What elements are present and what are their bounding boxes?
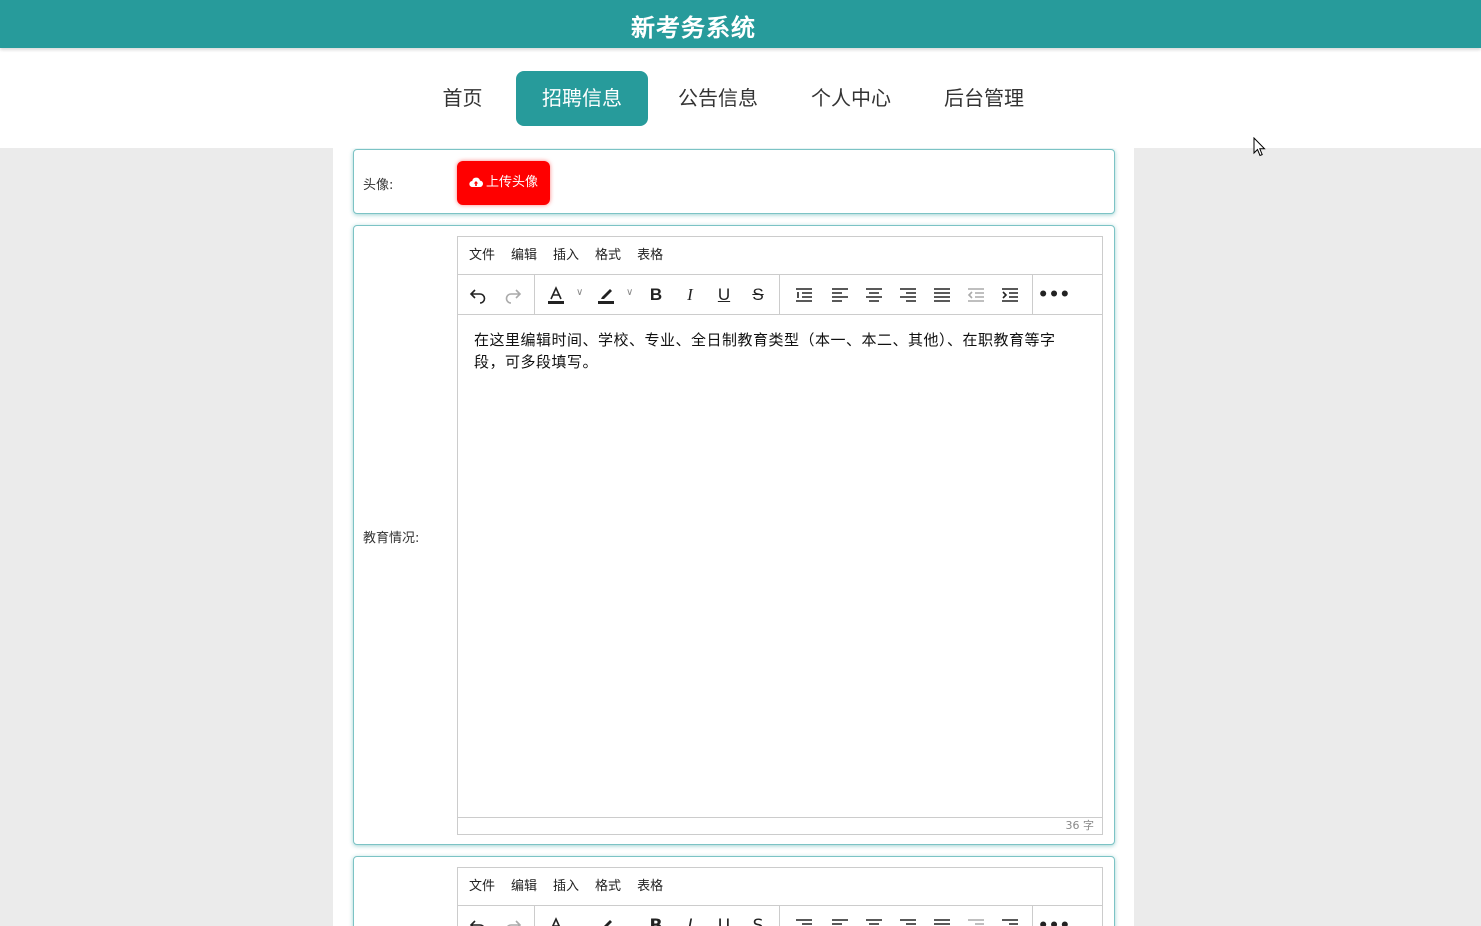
align-right-icon[interactable] [896, 914, 920, 926]
nav-bar: 首页 招聘信息 公告信息 个人中心 后台管理 [0, 48, 1481, 148]
editor-menubar-2: 文件 编辑 插入 格式 表格 [458, 868, 1102, 906]
form-panel: 头像: 上传头像 教育情况: 文件 编辑 插入 格式 表格 ∨ ∨ B I U S [333, 148, 1134, 926]
nav-item-recruitment[interactable]: 招聘信息 [516, 71, 648, 126]
next-field-card: 文件 编辑 插入 格式 表格 B I U S ••• [353, 856, 1115, 926]
italic-icon[interactable]: I [678, 914, 702, 926]
redo-icon[interactable] [501, 283, 525, 307]
line-height-icon[interactable] [792, 283, 816, 307]
align-left-icon[interactable] [828, 283, 852, 307]
outdent-icon[interactable] [964, 283, 988, 307]
mouse-cursor-icon [1253, 136, 1267, 162]
upload-avatar-button[interactable]: 上传头像 [457, 161, 550, 205]
align-justify-icon[interactable] [930, 914, 954, 926]
menu-insert[interactable]: 插入 [553, 237, 579, 275]
editor-toolbar-2: B I U S ••• [458, 906, 1102, 926]
menu-edit-2[interactable]: 编辑 [511, 868, 537, 906]
menu-table[interactable]: 表格 [637, 237, 663, 275]
menu-format[interactable]: 格式 [595, 237, 621, 275]
underline-icon[interactable]: U [712, 914, 736, 926]
align-right-icon[interactable] [896, 283, 920, 307]
italic-icon[interactable]: I [678, 283, 702, 307]
upload-avatar-label: 上传头像 [485, 175, 538, 190]
indent-icon[interactable] [998, 283, 1022, 307]
menu-edit[interactable]: 编辑 [511, 237, 537, 275]
nav-item-personal-center[interactable]: 个人中心 [801, 71, 901, 126]
cloud-upload-icon [469, 177, 483, 188]
avatar-label: 头像: [363, 178, 394, 193]
highlight-color-dropdown-icon[interactable]: ∨ [626, 287, 633, 298]
bold-icon[interactable]: B [644, 914, 668, 926]
nav-menu: 首页 招聘信息 公告信息 个人中心 后台管理 [0, 71, 1481, 126]
nav-item-announcements[interactable]: 公告信息 [668, 71, 768, 126]
nav-item-admin[interactable]: 后台管理 [934, 71, 1034, 126]
menu-format-2[interactable]: 格式 [595, 868, 621, 906]
education-field-card: 教育情况: 文件 编辑 插入 格式 表格 ∨ ∨ B I U S ••• 在这里… [353, 225, 1115, 845]
menu-table-2[interactable]: 表格 [637, 868, 663, 906]
text-color-icon[interactable] [544, 283, 568, 307]
app-title: 新考务系统 [631, 14, 756, 42]
outdent-icon[interactable] [964, 914, 988, 926]
indent-icon[interactable] [998, 914, 1022, 926]
align-center-icon[interactable] [862, 283, 886, 307]
text-color-dropdown-icon[interactable]: ∨ [576, 287, 583, 298]
education-rich-text-editor: 文件 编辑 插入 格式 表格 ∨ ∨ B I U S ••• 在这里编辑时间、学… [457, 236, 1103, 835]
text-color-icon[interactable] [544, 914, 568, 926]
underline-icon[interactable]: U [712, 283, 736, 307]
align-justify-icon[interactable] [930, 283, 954, 307]
strikethrough-icon[interactable]: S [746, 283, 770, 307]
undo-icon[interactable] [466, 283, 490, 307]
nav-item-home[interactable]: 首页 [430, 71, 495, 126]
undo-icon[interactable] [466, 914, 490, 926]
menu-insert-2[interactable]: 插入 [553, 868, 579, 906]
menu-file[interactable]: 文件 [469, 237, 495, 275]
next-rich-text-editor: 文件 编辑 插入 格式 表格 B I U S ••• [457, 867, 1103, 926]
more-options-icon[interactable]: ••• [1038, 283, 1071, 307]
highlight-color-icon[interactable] [594, 283, 618, 307]
word-count: 36 字 [458, 817, 1102, 834]
highlight-color-icon[interactable] [594, 914, 618, 926]
align-center-icon[interactable] [862, 914, 886, 926]
align-left-icon[interactable] [828, 914, 852, 926]
strikethrough-icon[interactable]: S [746, 914, 770, 926]
editor-content[interactable]: 在这里编辑时间、学校、专业、全日制教育类型（本一、本二、其他）、在职教育等字段，… [458, 315, 1102, 387]
editor-menubar: 文件 编辑 插入 格式 表格 [458, 237, 1102, 275]
avatar-field-card: 头像: 上传头像 [353, 149, 1115, 214]
education-label: 教育情况: [363, 531, 420, 546]
editor-toolbar: ∨ ∨ B I U S ••• [458, 275, 1102, 315]
more-options-icon[interactable]: ••• [1038, 914, 1071, 926]
bold-icon[interactable]: B [644, 283, 668, 307]
redo-icon[interactable] [501, 914, 525, 926]
app-header: 新考务系统 [0, 0, 1481, 48]
line-height-icon[interactable] [792, 914, 816, 926]
menu-file-2[interactable]: 文件 [469, 868, 495, 906]
